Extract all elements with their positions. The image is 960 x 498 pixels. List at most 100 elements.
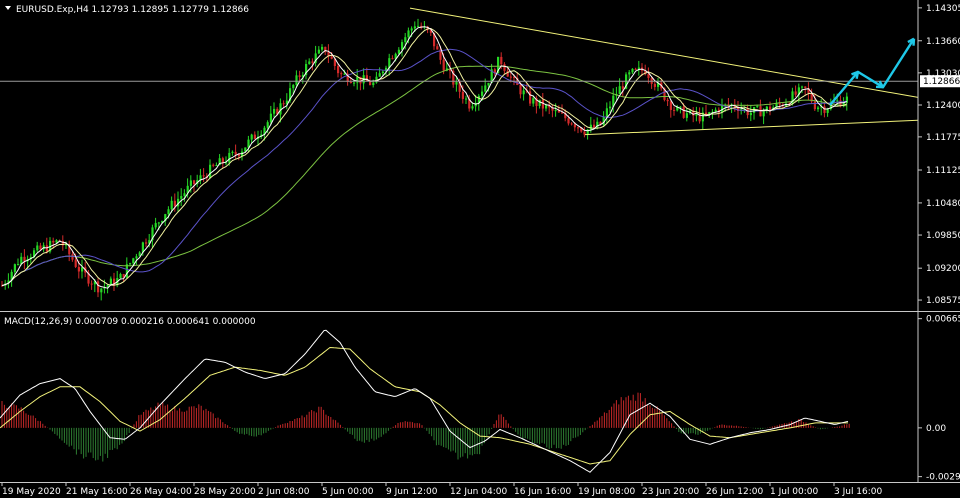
candle-bull <box>407 30 410 38</box>
time-tick-label: 9 Jun 12:00 <box>386 487 438 497</box>
candle-bear <box>340 73 343 75</box>
candle-bear <box>823 106 826 113</box>
price-tick-label: 1.09200 <box>926 264 960 274</box>
candle-bull <box>484 85 487 92</box>
candle-bear <box>391 58 394 60</box>
candle-bull <box>295 75 298 86</box>
macd-tick-label: -0.002973 <box>926 473 960 483</box>
candle-bull <box>36 245 39 251</box>
candle-bull <box>609 106 612 109</box>
candle-bear <box>45 245 48 252</box>
candle-bear <box>90 283 93 285</box>
candle-bull <box>55 240 58 243</box>
chart: 1.143051.136601.130301.124001.117751.111… <box>0 0 960 498</box>
price-tick-label: 1.10480 <box>926 199 960 209</box>
time-tick-label: 26 May 04:00 <box>130 487 192 497</box>
candle-bull <box>273 108 276 114</box>
candle-bull <box>167 209 170 215</box>
candle-bull <box>13 264 16 272</box>
candle-bear <box>74 259 77 267</box>
candle-bull <box>826 109 829 113</box>
time-tick-label: 2 Jun 08:00 <box>258 487 310 497</box>
candle-bull <box>209 164 212 178</box>
candle-bull <box>154 223 157 228</box>
candle-bull <box>129 263 132 265</box>
candle-bear <box>593 124 596 128</box>
time-tick-label: 3 Jul 16:00 <box>834 487 883 497</box>
candle-bull <box>381 71 384 74</box>
candle-bull <box>801 86 804 88</box>
candle-bull <box>749 112 752 116</box>
candle-bull <box>372 82 375 86</box>
candle-bear <box>682 106 685 118</box>
candle-bull <box>321 46 324 50</box>
candle-bull <box>487 82 490 86</box>
time-tick-label: 26 Jun 12:00 <box>706 487 763 497</box>
price-tick-label: 1.11125 <box>926 166 960 176</box>
candle-bear <box>237 154 240 157</box>
candle-bear <box>673 109 676 111</box>
candle-bull <box>397 49 400 54</box>
candle-bear <box>39 245 42 250</box>
candle-bear <box>666 99 669 102</box>
candle-bear <box>442 59 445 71</box>
time-tick-label: 19 Jun 08:00 <box>578 487 635 497</box>
candle-bear <box>519 84 522 95</box>
time-tick-label: 19 May 2020 <box>2 487 61 497</box>
candle-bull <box>762 110 765 117</box>
price-tick-label: 1.12400 <box>926 101 960 111</box>
time-tick-label: 21 May 16:00 <box>66 487 128 497</box>
candle-bear <box>577 127 580 129</box>
candle-bull <box>157 222 160 224</box>
candle-bear <box>349 81 352 83</box>
candle-bear <box>212 164 215 166</box>
candle-bear <box>77 266 80 272</box>
price-tick-label: 1.14305 <box>926 4 960 14</box>
current-price-label: 1.12866 <box>923 77 960 87</box>
time-tick-label: 28 May 20:00 <box>194 487 256 497</box>
time-tick-label: 16 Jun 16:00 <box>514 487 571 497</box>
candle-bear <box>746 108 749 116</box>
candle-bull <box>417 25 420 27</box>
time-tick-label: 23 Jun 20:00 <box>642 487 699 497</box>
candle-bull <box>119 274 122 279</box>
candle-bull <box>554 110 557 112</box>
candle-bear <box>330 56 333 59</box>
candle-bull <box>292 85 295 89</box>
candle-bear <box>97 281 100 293</box>
time-tick-label: 12 Jun 04:00 <box>450 487 507 497</box>
candle-bull <box>266 122 269 128</box>
price-tick-label: 1.08575 <box>926 296 960 306</box>
candle-bear <box>804 86 807 89</box>
price-tick-label: 1.11775 <box>926 133 960 143</box>
candle-bear <box>573 124 576 128</box>
candle-bull <box>180 196 183 199</box>
candle-bear <box>669 101 672 110</box>
candle-bear <box>71 254 74 260</box>
price-tick-label: 1.09850 <box>926 231 960 241</box>
candle-bull <box>317 49 320 54</box>
candle-bull <box>228 152 231 163</box>
candle-bull <box>817 107 820 110</box>
candle-bear <box>202 175 205 177</box>
candle-bear <box>813 101 816 110</box>
candle-bull <box>455 81 458 85</box>
candle-bear <box>298 75 301 77</box>
candle-bull <box>628 72 631 75</box>
candle-bear <box>541 99 544 109</box>
candle-bear <box>221 158 224 163</box>
candle-bull <box>189 180 192 186</box>
candle-bear <box>234 151 237 155</box>
candle-bull <box>679 106 682 108</box>
candle-bear <box>509 76 512 78</box>
macd-header: MACD(12,26,9) 0.000709 0.000216 0.000641… <box>4 317 256 327</box>
candle-bull <box>378 73 381 77</box>
candle-bull <box>269 113 272 123</box>
candle-bear <box>634 68 637 70</box>
candle-bull <box>231 151 234 153</box>
candle-bear <box>436 46 439 50</box>
candle-bull <box>522 90 525 95</box>
candle-bull <box>756 106 759 108</box>
candle-bull <box>631 68 634 73</box>
candle-bull <box>215 165 218 167</box>
